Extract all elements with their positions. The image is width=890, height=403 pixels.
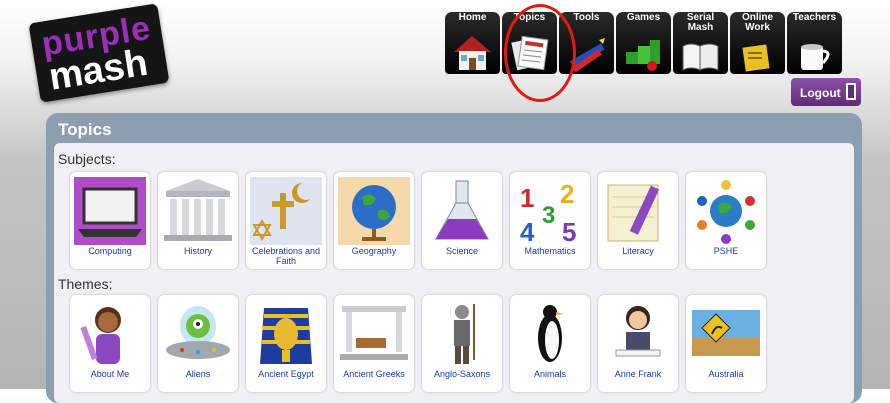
tile-australia[interactable]: Australia	[686, 295, 766, 392]
nav-serial-mash[interactable]: Serial Mash	[673, 12, 728, 74]
games-blocks-icon	[626, 40, 660, 71]
penguin-icon	[538, 305, 564, 362]
pencil-paper-icon	[607, 184, 660, 242]
tile-celebrations-and-faith[interactable]: Celebrations and Faith	[246, 172, 326, 269]
greek-temple-icon	[164, 179, 232, 241]
nav-teachers-label: Teachers	[792, 12, 837, 23]
globe-icon	[338, 177, 410, 245]
purple-mash-logo[interactable]: purple mash	[28, 3, 170, 103]
themes-list: About Me Aliens Ancient Egypt Ancient Gr…	[70, 295, 766, 392]
tile-label: Geography	[351, 246, 397, 256]
folder-icon	[742, 44, 770, 72]
main-nav: Home Topics Tools Games Serial Mash Onli…	[445, 12, 842, 74]
svg-text:1: 1	[520, 183, 534, 213]
kangaroo-sign-icon	[692, 310, 760, 356]
tile-pshe[interactable]: PSHE	[686, 172, 766, 269]
tile-label: Mathematics	[524, 246, 576, 256]
logout-label: Logout	[800, 86, 841, 100]
topics-panel: Topics Subjects: Computing History Celeb…	[46, 113, 862, 403]
tile-computing[interactable]: Computing	[70, 172, 150, 269]
logout-button[interactable]: Logout	[791, 78, 861, 106]
themes-heading: Themes:	[58, 276, 113, 292]
svg-text:3: 3	[542, 202, 555, 229]
tile-label: Science	[445, 246, 479, 256]
tile-label: Anglo-Saxons	[433, 369, 491, 379]
tile-ancient-egypt[interactable]: Ancient Egypt	[246, 295, 326, 392]
girl-writing-icon	[615, 306, 661, 357]
svg-text:5: 5	[562, 217, 576, 245]
flask-icon	[435, 180, 489, 240]
tile-label: Literacy	[622, 246, 654, 256]
tile-anglo-saxons[interactable]: Anglo-Saxons	[422, 295, 502, 392]
nav-topics[interactable]: Topics	[502, 12, 557, 74]
nav-games[interactable]: Games	[616, 12, 671, 74]
warrior-icon	[454, 304, 475, 364]
nav-games-label: Games	[626, 12, 661, 23]
tile-literacy[interactable]: Literacy	[598, 172, 678, 269]
newspaper-icon	[511, 35, 549, 71]
tile-about-me[interactable]: About Me	[70, 295, 150, 392]
girl-character-icon	[80, 307, 121, 364]
house-icon	[454, 36, 491, 70]
tile-anne-frank[interactable]: Anne Frank	[598, 295, 678, 392]
book-icon	[682, 43, 719, 71]
subjects-list: Computing History Celebrations and Faith…	[70, 172, 766, 269]
tile-label: Computing	[88, 246, 132, 256]
tile-label: Animals	[533, 369, 566, 379]
tile-animals[interactable]: Animals	[510, 295, 590, 392]
numbers-icon: 1 2 3 4 5	[520, 179, 576, 245]
nav-teachers[interactable]: Teachers	[787, 12, 842, 74]
tile-label: About Me	[90, 369, 130, 379]
tile-label: History	[183, 246, 212, 256]
mug-icon	[801, 44, 830, 70]
greek-ruins-icon	[340, 306, 408, 360]
alien-ufo-icon	[166, 306, 230, 359]
pencil-tools-icon	[569, 38, 605, 72]
tile-label: Ancient Greeks	[343, 369, 405, 379]
nav-topics-label: Topics	[513, 12, 546, 23]
tile-aliens[interactable]: Aliens	[158, 295, 238, 392]
children-globe-icon	[697, 180, 755, 244]
tile-label: Ancient Egypt	[258, 369, 314, 379]
nav-online-work[interactable]: Online Work	[730, 12, 785, 74]
tile-ancient-greeks[interactable]: Ancient Greeks	[334, 295, 414, 392]
door-icon	[846, 83, 856, 100]
tile-geography[interactable]: Geography	[334, 172, 414, 269]
tile-history[interactable]: History	[158, 172, 238, 269]
laptop-icon	[74, 177, 146, 245]
tile-label: PSHE	[713, 246, 739, 256]
tile-label: Aliens	[185, 369, 211, 379]
nav-tools-label: Tools	[573, 12, 600, 23]
svg-text:4: 4	[520, 217, 535, 245]
nav-home[interactable]: Home	[445, 12, 500, 74]
nav-tools[interactable]: Tools	[559, 12, 614, 74]
faith-symbols-icon	[250, 177, 322, 245]
subjects-heading: Subjects:	[58, 151, 116, 167]
nav-home-label: Home	[458, 12, 487, 23]
svg-text:2: 2	[560, 179, 574, 209]
tile-science[interactable]: Science	[422, 172, 502, 269]
panel-body: Subjects: Computing History Celebrations…	[54, 143, 854, 403]
tile-mathematics[interactable]: 1 2 3 4 5 Mathematics	[510, 172, 590, 269]
tile-label: Anne Frank	[614, 369, 662, 379]
panel-title: Topics	[58, 120, 112, 139]
pharaoh-mask-icon	[260, 308, 312, 364]
tile-label: Australia	[708, 369, 744, 379]
tile-label: Celebrations and Faith	[251, 246, 321, 266]
